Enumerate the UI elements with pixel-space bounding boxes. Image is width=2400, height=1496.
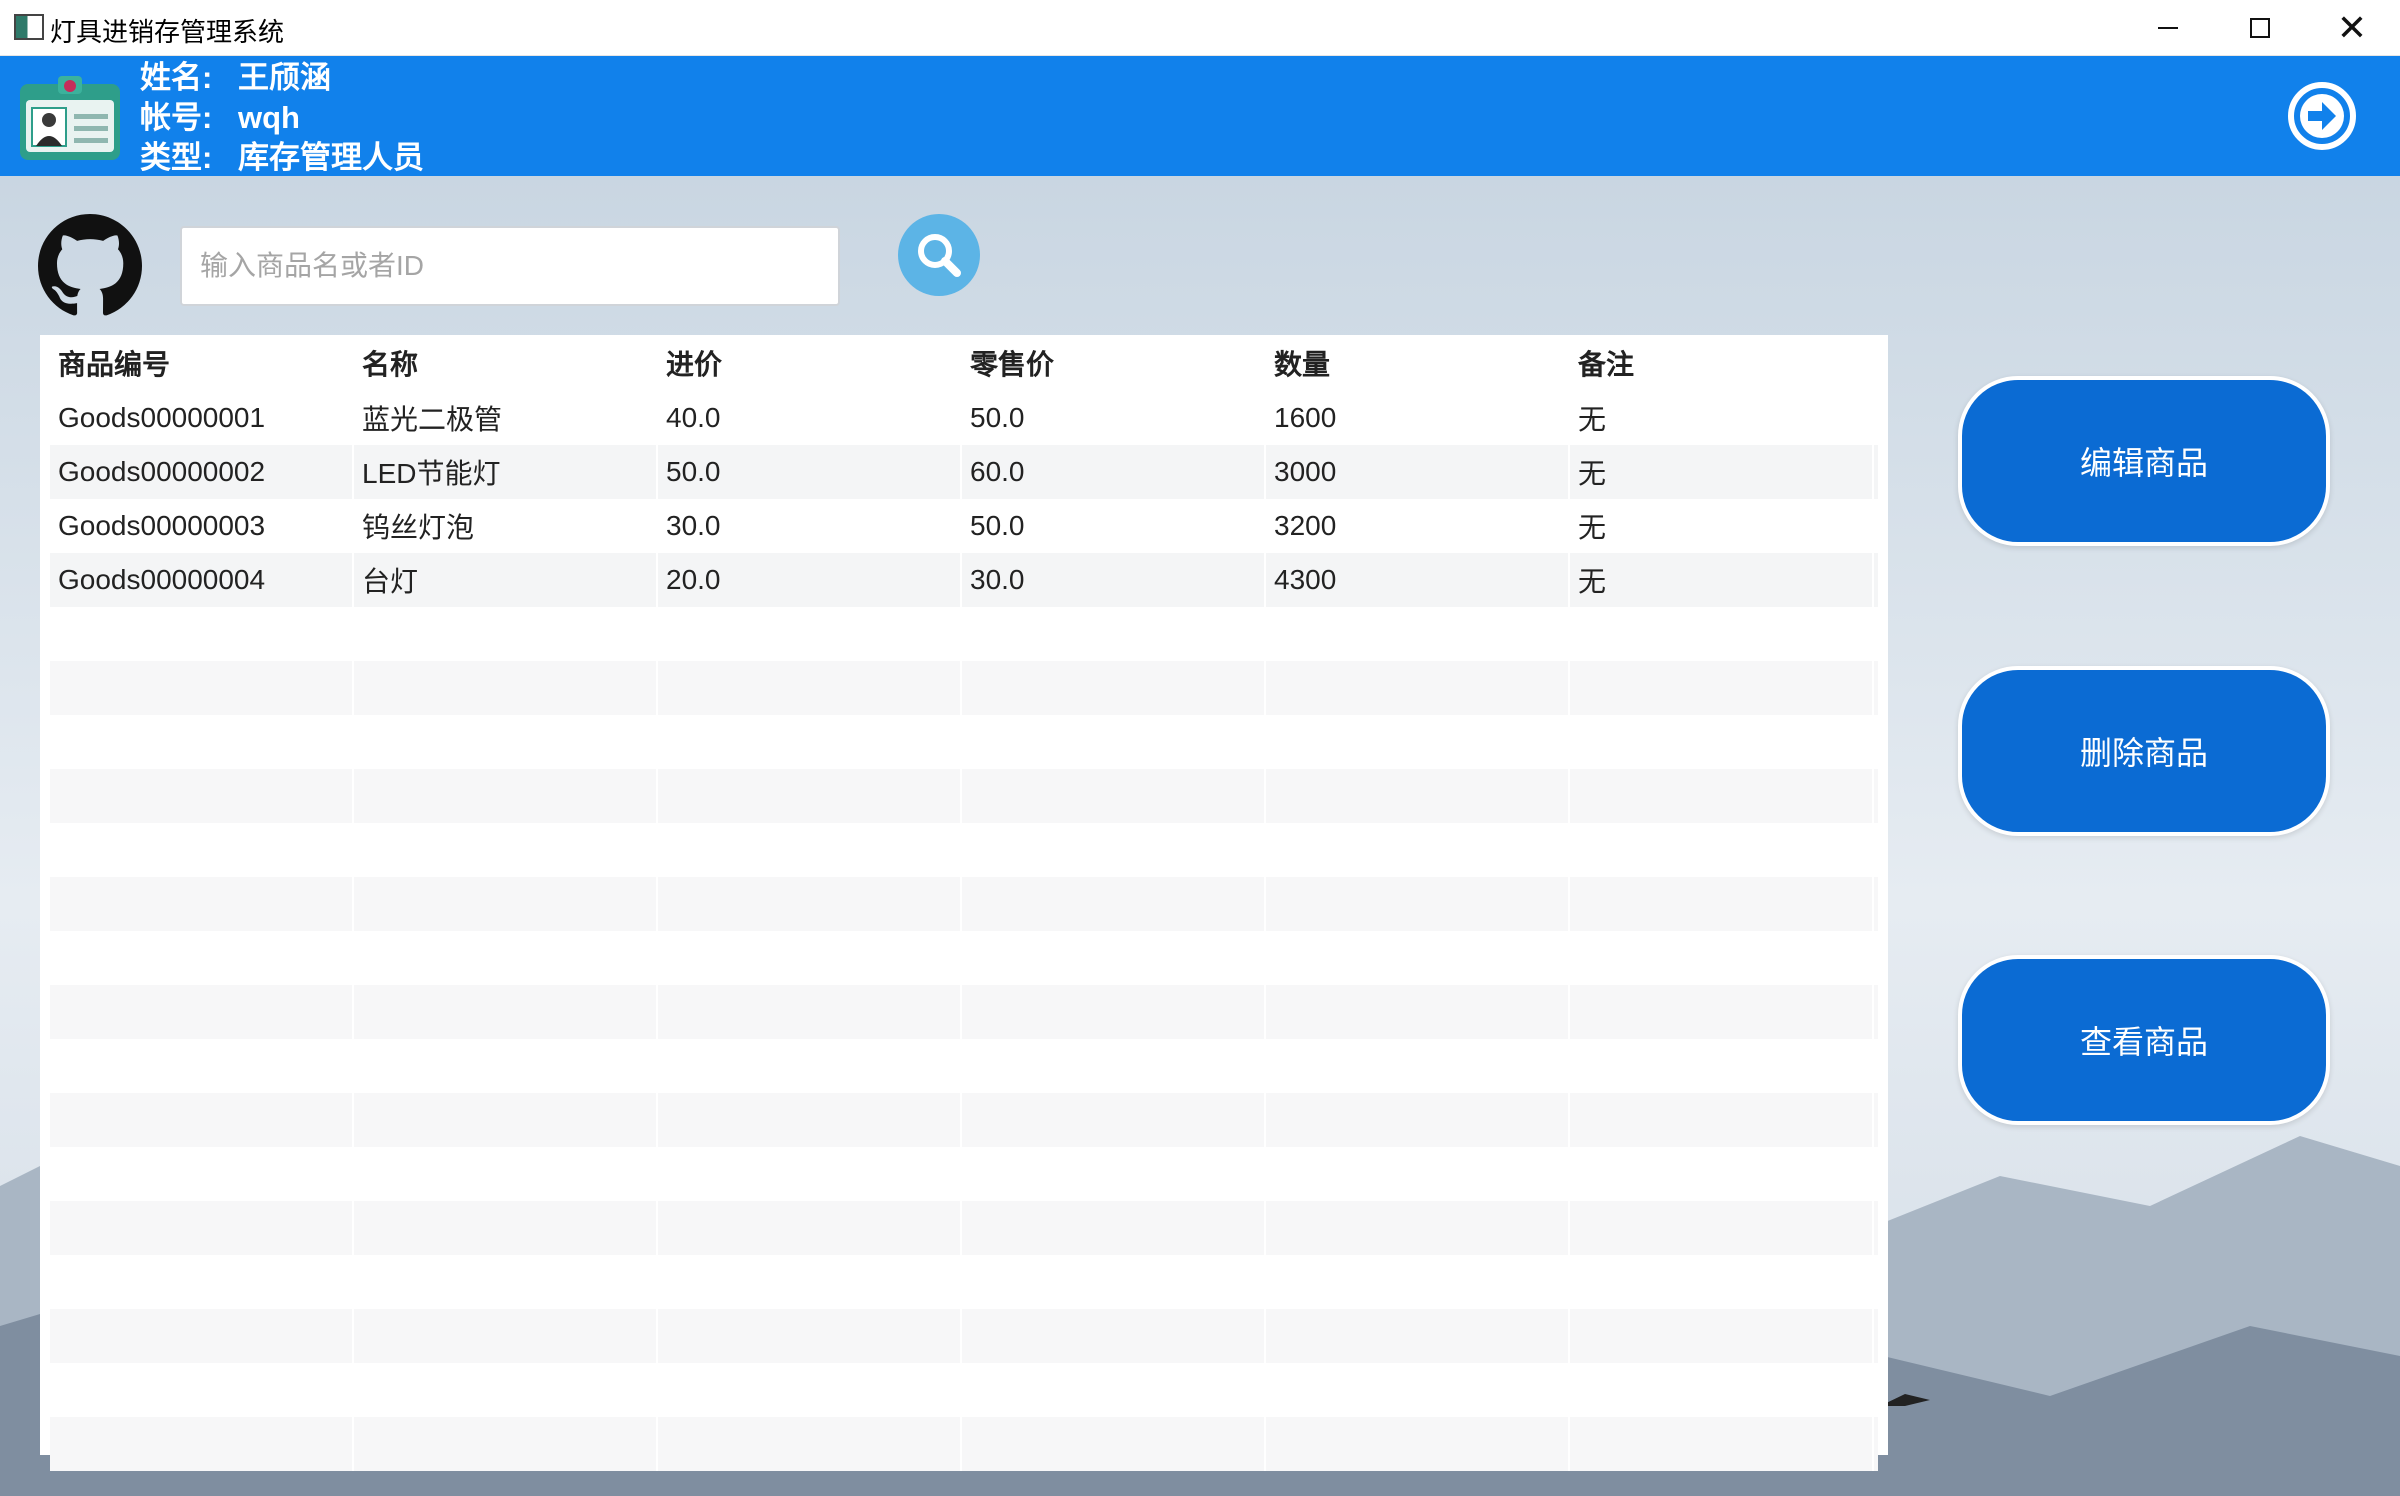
empty-row <box>50 661 1878 715</box>
app-window-icon <box>14 14 44 40</box>
minimize-button[interactable] <box>2122 0 2214 56</box>
search-input[interactable] <box>180 226 840 306</box>
column-header-cost[interactable]: 进价 <box>658 343 962 383</box>
user-name: 王颀涵 <box>238 60 331 95</box>
user-type: 库存管理人员 <box>238 140 424 175</box>
empty-row <box>50 1363 1878 1417</box>
cell-id: Goods00000004 <box>50 553 354 607</box>
empty-row <box>50 1255 1878 1309</box>
goods-table: 商品编号 名称 进价 零售价 数量 备注 Goods00000001 蓝光二极管… <box>40 335 1888 1471</box>
cell-cost: 50.0 <box>658 445 962 499</box>
cell-quantity: 4300 <box>1266 553 1570 607</box>
minimize-icon <box>2158 27 2178 29</box>
close-button[interactable]: ✕ <box>2306 0 2398 56</box>
cell-cost: 30.0 <box>658 499 962 553</box>
column-header-id[interactable]: 商品编号 <box>50 343 354 383</box>
cell-quantity: 3200 <box>1266 499 1570 553</box>
table-row[interactable]: Goods00000002 LED节能灯 50.0 60.0 3000 无 <box>50 445 1878 499</box>
empty-row <box>50 607 1878 661</box>
user-account-row: 帐号: wqh <box>140 98 424 138</box>
edit-goods-button[interactable]: 编辑商品 <box>1958 376 2330 546</box>
cell-remark: 无 <box>1570 499 1874 553</box>
cell-id: Goods00000002 <box>50 445 354 499</box>
empty-row <box>50 1309 1878 1363</box>
cell-quantity: 1600 <box>1266 391 1570 445</box>
cell-name: 钨丝灯泡 <box>354 499 658 553</box>
table-row[interactable]: Goods00000001 蓝光二极管 40.0 50.0 1600 无 <box>50 391 1878 445</box>
cell-remark: 无 <box>1570 553 1874 607</box>
id-card-icon <box>20 76 120 160</box>
cell-cost: 40.0 <box>658 391 962 445</box>
user-account: wqh <box>238 100 300 135</box>
cell-remark: 无 <box>1570 445 1874 499</box>
table-body: Goods00000001 蓝光二极管 40.0 50.0 1600 无 Goo… <box>50 391 1878 1471</box>
empty-row <box>50 877 1878 931</box>
empty-row <box>50 1417 1878 1471</box>
table-row[interactable]: Goods00000003 钨丝灯泡 30.0 50.0 3200 无 <box>50 499 1878 553</box>
user-type-row: 类型: 库存管理人员 <box>140 138 424 178</box>
arrow-right-circle-icon[interactable] <box>2286 80 2358 152</box>
github-icon[interactable] <box>38 214 142 318</box>
search-icon <box>918 234 961 277</box>
cell-name: 蓝光二极管 <box>354 391 658 445</box>
column-header-remark[interactable]: 备注 <box>1570 343 1874 383</box>
window-title: 灯具进销存管理系统 <box>50 17 285 47</box>
maximize-button[interactable] <box>2214 0 2306 56</box>
cell-retail: 30.0 <box>962 553 1266 607</box>
empty-row <box>50 823 1878 877</box>
search-button[interactable] <box>898 214 980 296</box>
empty-row <box>50 931 1878 985</box>
empty-row <box>50 715 1878 769</box>
close-icon: ✕ <box>2336 7 2368 48</box>
column-header-name[interactable]: 名称 <box>354 343 658 383</box>
cell-remark: 无 <box>1570 391 1874 445</box>
empty-row <box>50 1147 1878 1201</box>
window-titlebar: 灯具进销存管理系统 ✕ <box>0 0 2400 56</box>
delete-goods-button[interactable]: 删除商品 <box>1958 666 2330 836</box>
column-header-quantity[interactable]: 数量 <box>1266 343 1570 383</box>
empty-row <box>50 1201 1878 1255</box>
cell-name: LED节能灯 <box>354 445 658 499</box>
cell-id: Goods00000003 <box>50 499 354 553</box>
cell-retail: 60.0 <box>962 445 1266 499</box>
empty-row <box>50 1093 1878 1147</box>
column-header-retail[interactable]: 零售价 <box>962 343 1266 383</box>
table-row[interactable]: Goods00000004 台灯 20.0 30.0 4300 无 <box>50 553 1878 607</box>
name-label: 姓名: <box>140 60 213 95</box>
account-label: 帐号: <box>140 100 213 135</box>
type-label: 类型: <box>140 140 213 175</box>
cell-cost: 20.0 <box>658 553 962 607</box>
empty-row <box>50 985 1878 1039</box>
empty-row <box>50 769 1878 823</box>
cell-quantity: 3000 <box>1266 445 1570 499</box>
cell-id: Goods00000001 <box>50 391 354 445</box>
table-header: 商品编号 名称 进价 零售价 数量 备注 <box>50 335 1878 391</box>
empty-row <box>50 1039 1878 1093</box>
cell-retail: 50.0 <box>962 391 1266 445</box>
maximize-icon <box>2250 18 2270 38</box>
view-goods-button[interactable]: 查看商品 <box>1958 955 2330 1125</box>
user-header: 姓名: 王颀涵 帐号: wqh 类型: 库存管理人员 <box>0 56 2400 176</box>
user-info: 姓名: 王颀涵 帐号: wqh 类型: 库存管理人员 <box>140 58 424 178</box>
cell-name: 台灯 <box>354 553 658 607</box>
user-name-row: 姓名: 王颀涵 <box>140 58 424 98</box>
cell-retail: 50.0 <box>962 499 1266 553</box>
